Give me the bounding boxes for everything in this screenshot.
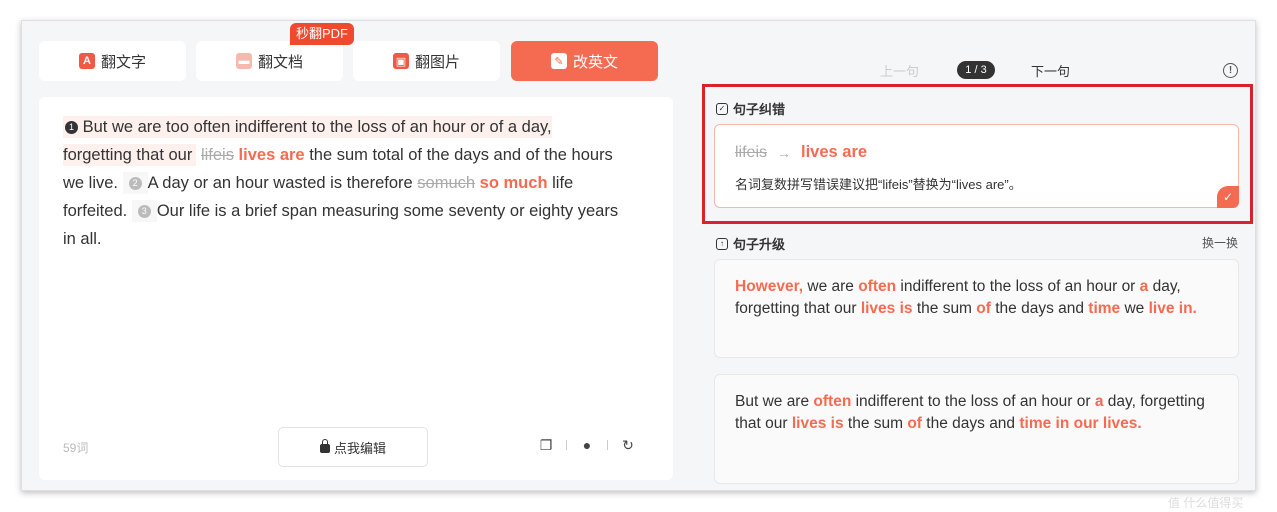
sentence-number-3: 3 — [137, 204, 151, 218]
error-word: lifeis — [200, 146, 234, 164]
input-passage-panel: 1 But we are too often indifferent to th… — [39, 97, 673, 480]
correction-icon: ✓ — [716, 102, 728, 115]
sentence-3-marker: 3 — [131, 200, 157, 222]
arrow-right-icon: → — [777, 144, 792, 161]
section-title-text: 句子纠错 — [733, 102, 786, 117]
refresh-check-icon[interactable]: ↻ — [620, 437, 636, 453]
edit-button-label: 点我编辑 — [333, 440, 386, 456]
tab-label: 翻文档 — [257, 53, 303, 71]
text: indifferent to the loss of an hour or — [896, 278, 1140, 295]
copy-icon[interactable]: ❐ — [538, 437, 554, 453]
highlight: of — [907, 415, 922, 432]
comment-icon[interactable]: ● — [579, 437, 595, 453]
divider — [607, 440, 608, 450]
toolbar: ❐ ● ↻ — [538, 437, 636, 454]
highlight: time in our lives. — [1019, 415, 1142, 432]
image-icon: ▣ — [392, 53, 409, 69]
highlight: However, — [735, 278, 804, 295]
tab-label: 翻文字 — [100, 53, 146, 71]
correction-card[interactable]: lifeis → lives are 名词复数拼写错误建议把“lifeis”替换… — [714, 124, 1239, 208]
text: we — [1120, 300, 1149, 317]
text: the days and — [921, 415, 1020, 432]
highlight: of — [976, 300, 991, 317]
app-window: A 翻文字 ▬ 翻文档 ▣ 翻图片 ✎ 改英文 秒翻PDF 1 But we a… — [21, 20, 1256, 491]
sentence-pager: 1 / 3 — [957, 61, 995, 79]
tab-label: 翻图片 — [414, 53, 460, 71]
info-icon[interactable]: ! — [1223, 63, 1238, 78]
sentence-number-1: 1 — [65, 120, 78, 134]
tab-edit-english[interactable]: ✎ 改英文 — [511, 41, 658, 81]
original-word: lifeis — [735, 143, 768, 161]
highlight: time — [1088, 300, 1121, 317]
text: we are — [803, 278, 859, 295]
highlight: a — [1139, 278, 1149, 295]
watermark: 值 什么值得买 — [1168, 496, 1244, 510]
word-count: 59词 — [63, 441, 89, 455]
highlight: often — [858, 278, 897, 295]
sentence-2-marker: 2 — [122, 172, 148, 194]
correction-line: lifeis → lives are — [735, 143, 867, 162]
lock-icon — [319, 438, 330, 453]
check-icon[interactable]: ✓ — [1217, 186, 1239, 208]
swap-button[interactable]: 换一换 — [1202, 234, 1238, 251]
corrected-word[interactable]: lives are — [239, 146, 305, 164]
text: But we are — [735, 393, 814, 410]
highlight: live in. — [1148, 300, 1197, 317]
correction-section-title: ✓ 句子纠错 — [716, 99, 785, 118]
section-title-text: 句子升级 — [733, 237, 786, 252]
upgrade-icon: ↑ — [716, 237, 728, 250]
upgrade-card-1[interactable]: However, we are often indifferent to the… — [714, 259, 1239, 358]
edit-button[interactable]: 点我编辑 — [278, 427, 428, 467]
text: indifferent to the loss of an hour or — [851, 393, 1095, 410]
tab-label: 改英文 — [572, 53, 618, 71]
sentence-number-2: 2 — [128, 176, 142, 190]
passage-text[interactable]: 1 But we are too often indifferent to th… — [63, 113, 623, 253]
highlight: often — [813, 393, 852, 410]
edit-document-icon: ✎ — [550, 53, 567, 69]
divider — [566, 440, 567, 450]
text: the sum — [843, 415, 908, 432]
tab-translate-document[interactable]: ▬ 翻文档 — [196, 41, 343, 81]
upgrade-card-2[interactable]: But we are often indifferent to the loss… — [714, 374, 1239, 484]
pdf-badge[interactable]: 秒翻PDF — [290, 23, 355, 45]
sentence-text: A day or an hour wasted is therefore — [147, 174, 413, 192]
prev-sentence-button[interactable]: 上一句 — [880, 61, 919, 80]
next-sentence-button[interactable]: 下一句 — [1031, 61, 1070, 80]
document-icon: ▬ — [235, 53, 252, 69]
text: the days and — [990, 300, 1089, 317]
text-translate-icon: A — [78, 53, 95, 69]
correction-description: 名词复数拼写错误建议把“lifeis”替换为“lives are”。 — [735, 177, 1022, 192]
tab-translate-image[interactable]: ▣ 翻图片 — [353, 41, 500, 81]
error-word: somuch — [417, 174, 476, 192]
text: the sum — [912, 300, 977, 317]
upgrade-section-title: ↑ 句子升级 — [716, 234, 785, 253]
corrected-word[interactable]: so much — [480, 174, 548, 192]
highlight: lives is — [860, 300, 913, 317]
suggested-word: lives are — [801, 143, 868, 161]
tab-translate-text[interactable]: A 翻文字 — [39, 41, 186, 81]
highlight: lives is — [791, 415, 844, 432]
